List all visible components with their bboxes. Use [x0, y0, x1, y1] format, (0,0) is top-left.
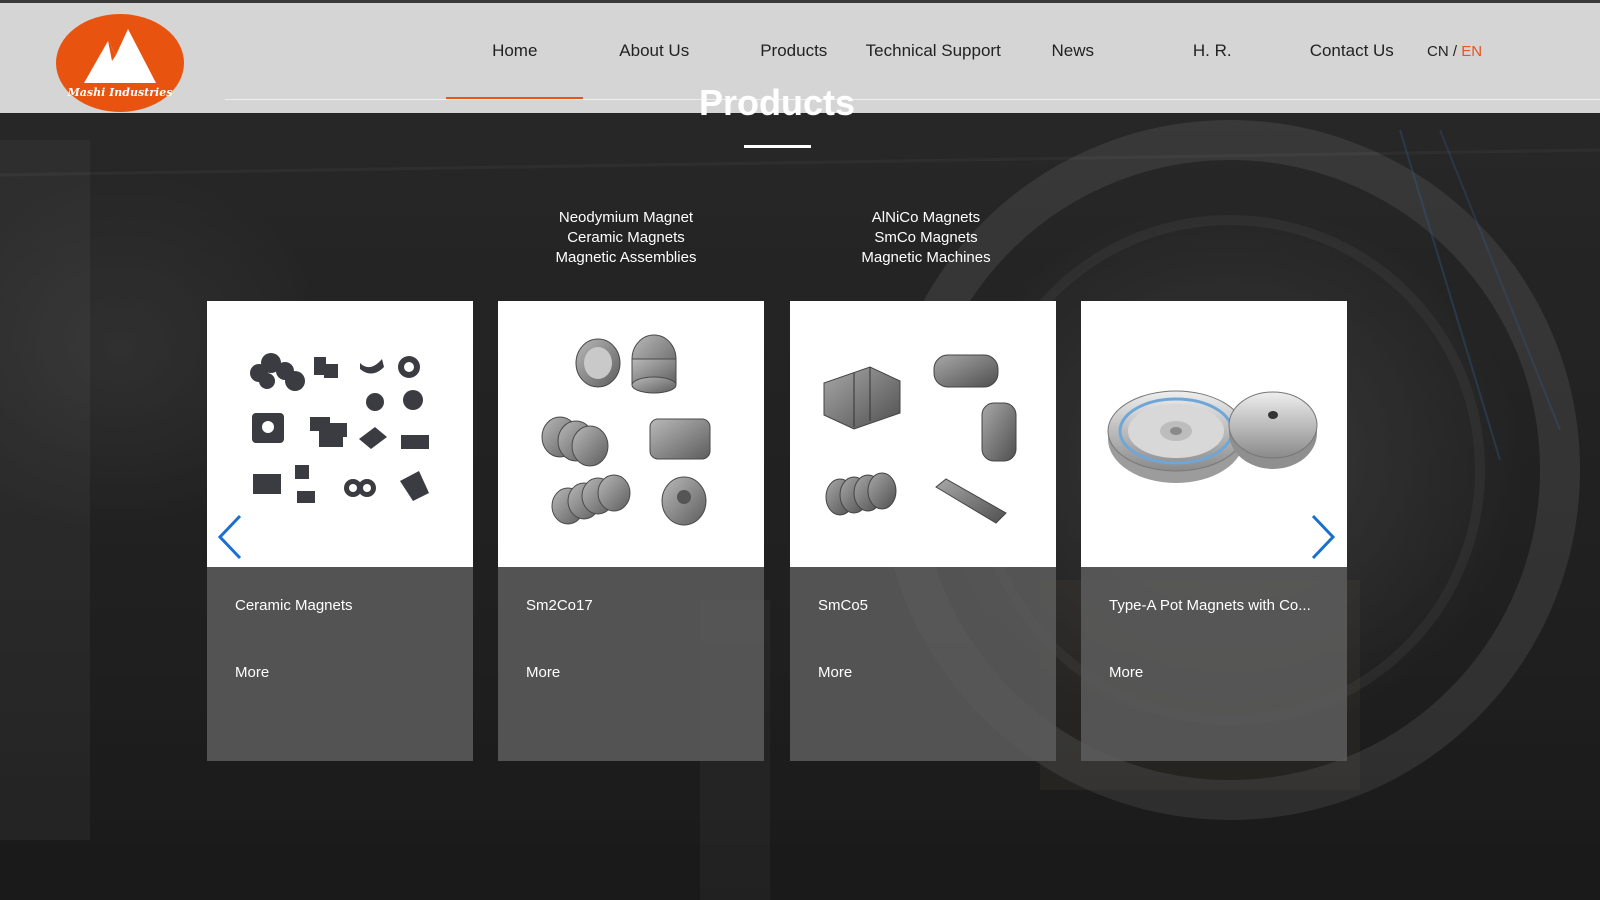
category-list-left: Neodymium Magnet Ceramic Magnets Magneti… [546, 208, 706, 268]
lang-separator: / [1448, 43, 1462, 60]
product-name[interactable]: SmCo5 [818, 597, 868, 614]
lang-en[interactable]: EN [1461, 43, 1482, 60]
more-link[interactable]: More [235, 664, 269, 681]
lang-cn[interactable]: CN [1427, 43, 1449, 60]
product-image [207, 301, 473, 567]
more-link[interactable]: More [1109, 664, 1143, 681]
category-link[interactable]: Magnetic Machines [846, 248, 1006, 268]
more-link[interactable]: More [818, 664, 852, 681]
chevron-right-icon[interactable] [1307, 512, 1339, 562]
category-link[interactable]: Magnetic Assemblies [546, 248, 706, 268]
product-name[interactable]: Type-A Pot Magnets with Co... [1109, 597, 1311, 614]
product-image [790, 301, 1056, 567]
category-link[interactable]: AlNiCo Magnets [846, 208, 1006, 228]
product-name[interactable]: Ceramic Magnets [235, 597, 353, 614]
category-list-right: AlNiCo Magnets SmCo Magnets Magnetic Mac… [846, 208, 1006, 268]
product-image [498, 301, 764, 567]
category-link[interactable]: Ceramic Magnets [546, 228, 706, 248]
product-card[interactable]: Sm2Co17 More [498, 301, 764, 761]
category-link[interactable]: SmCo Magnets [846, 228, 1006, 248]
chevron-left-icon[interactable] [214, 512, 246, 562]
product-card[interactable]: Ceramic Magnets More [207, 301, 473, 761]
category-link[interactable]: Neodymium Magnet [546, 208, 706, 228]
product-card[interactable]: SmCo5 More [790, 301, 1056, 761]
language-switcher: CN / EN [1427, 43, 1482, 60]
more-link[interactable]: More [526, 664, 560, 681]
mountain-logo-icon [84, 29, 156, 83]
product-name[interactable]: Sm2Co17 [526, 597, 593, 614]
section-title: Products [698, 82, 856, 123]
title-underline [744, 145, 811, 148]
